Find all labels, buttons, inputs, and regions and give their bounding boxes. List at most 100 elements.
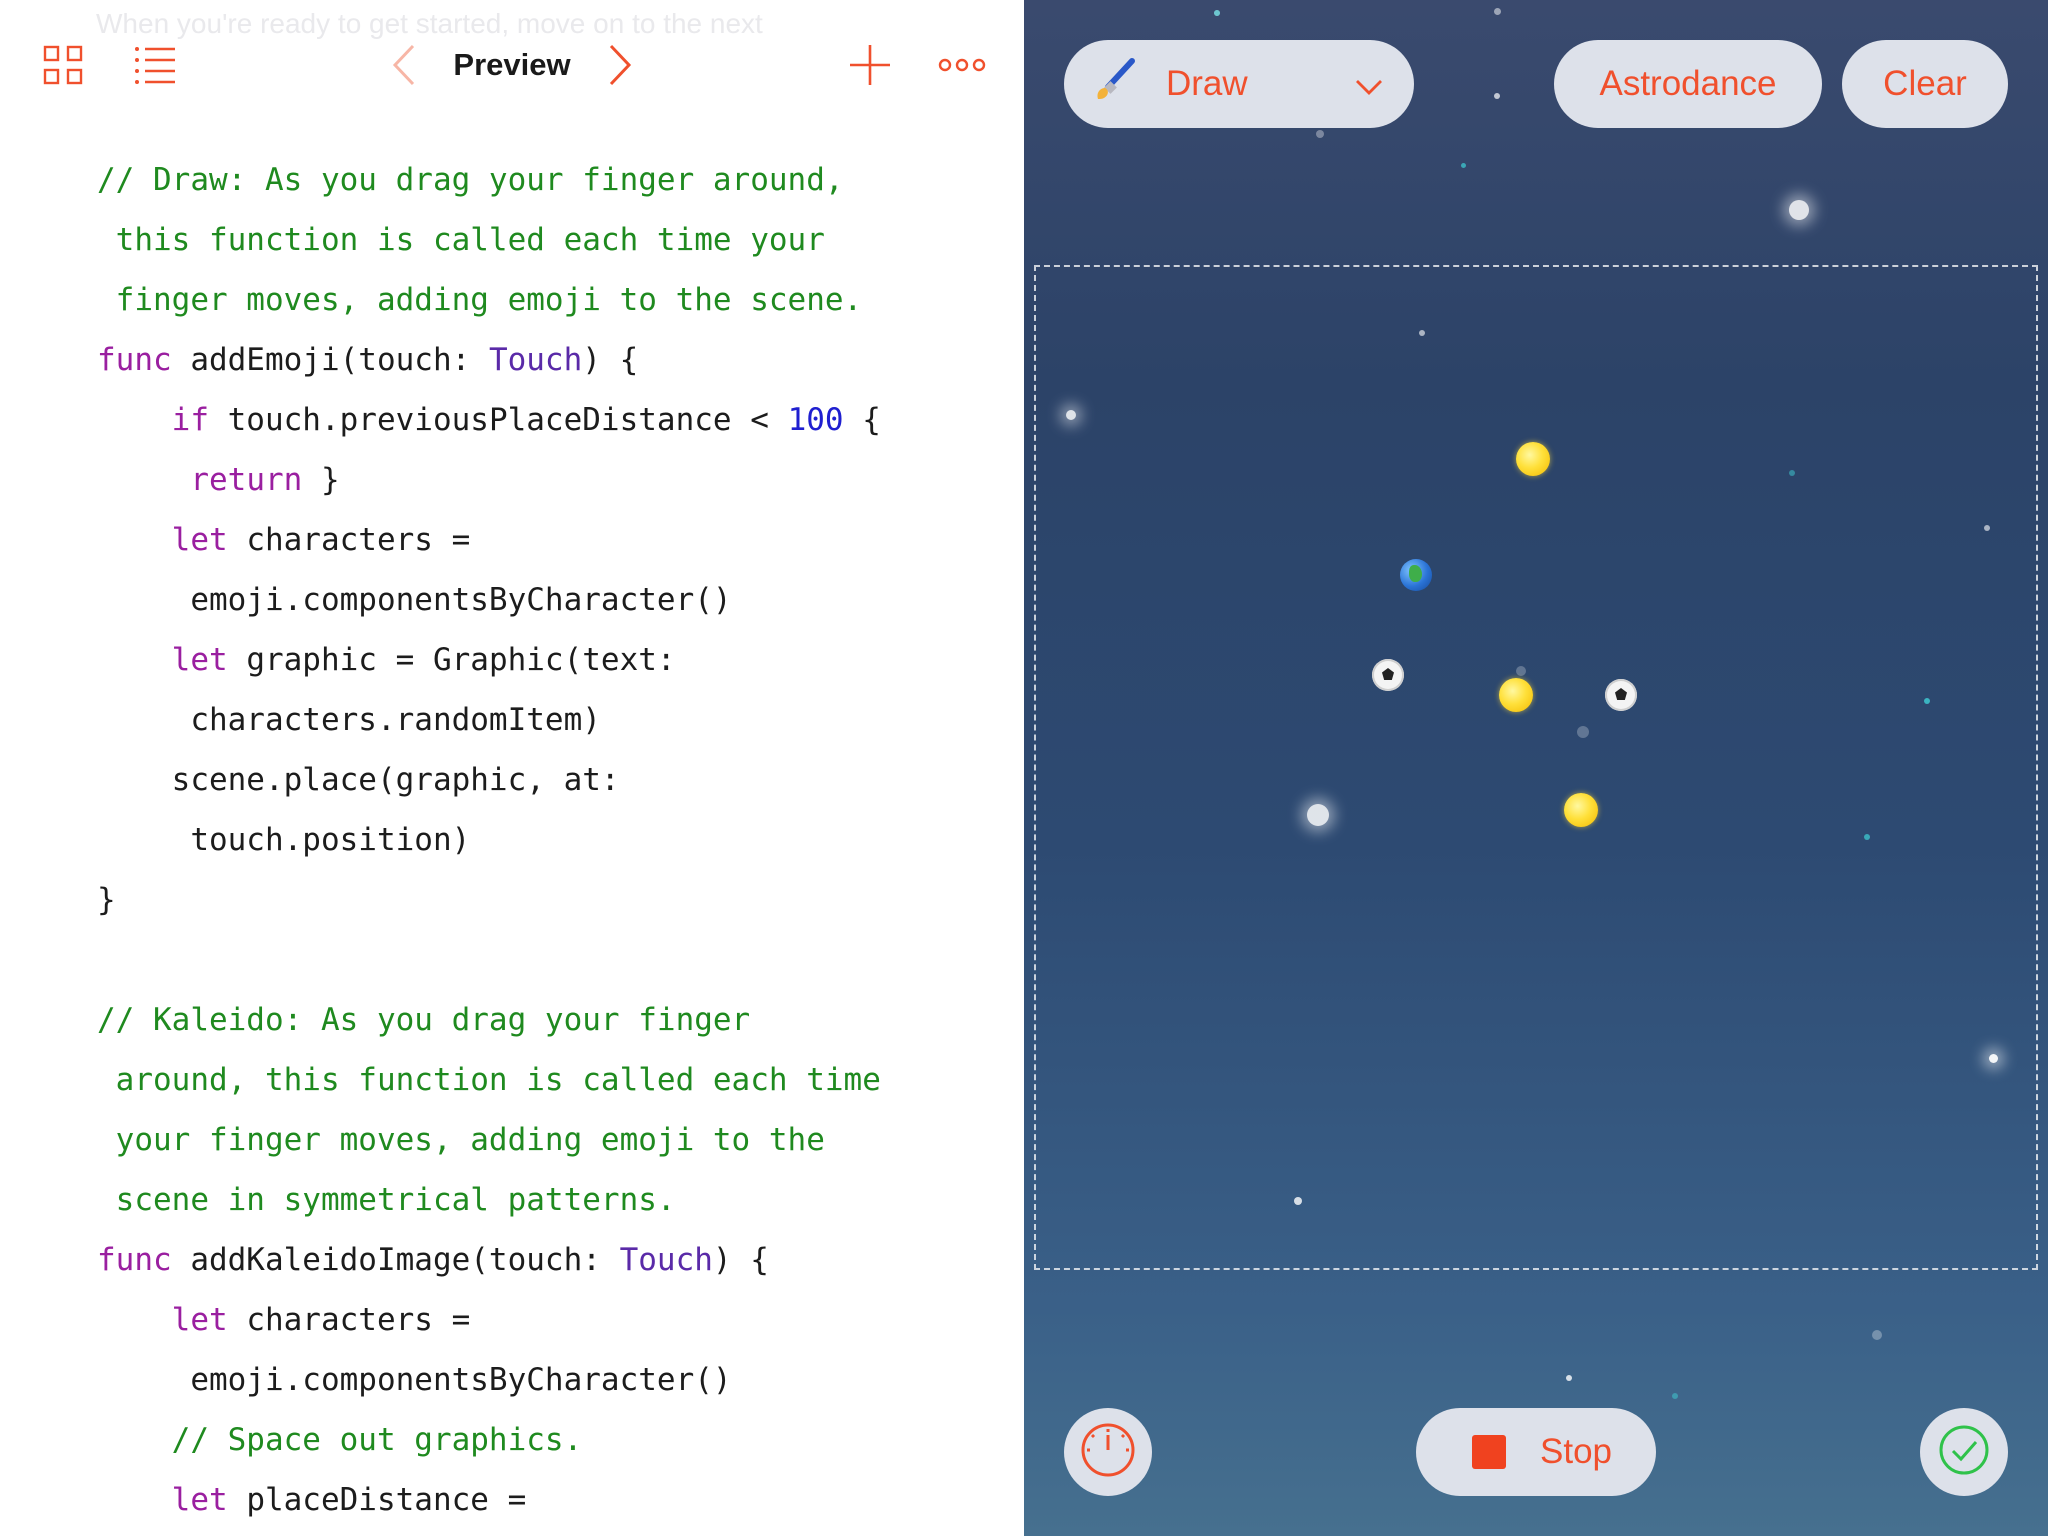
code-token: func bbox=[97, 1242, 172, 1278]
chevron-down-icon bbox=[1354, 70, 1384, 110]
code-token: placeDistance = bbox=[227, 1482, 527, 1518]
page-title: Preview bbox=[453, 47, 571, 82]
code-line[interactable]: emoji.componentsByCharacter() bbox=[97, 1350, 997, 1410]
code-line[interactable]: let characters = bbox=[97, 1290, 997, 1350]
code-token: emoji.componentsByCharacter() bbox=[97, 1362, 732, 1398]
star bbox=[1214, 10, 1220, 16]
sun-emoji bbox=[1499, 678, 1533, 712]
code-editor[interactable]: When you're ready to get started, move o… bbox=[0, 0, 1024, 1536]
star bbox=[1494, 8, 1501, 15]
globe-emoji bbox=[1400, 559, 1432, 591]
code-token: scene in symmetrical patterns. bbox=[97, 1182, 676, 1218]
code-line[interactable]: finger moves, adding emoji to the scene. bbox=[97, 270, 997, 330]
code-line[interactable] bbox=[97, 930, 997, 990]
code-token: characters = bbox=[227, 1302, 471, 1338]
code-token: { bbox=[843, 402, 881, 438]
code-line[interactable]: let graphic = Graphic(text: bbox=[97, 630, 997, 690]
code-token: your finger moves, adding emoji to the bbox=[97, 1122, 825, 1158]
done-button[interactable] bbox=[1920, 1408, 2008, 1496]
code-token: ) { bbox=[712, 1242, 769, 1278]
code-line[interactable]: touch.position) bbox=[97, 810, 997, 870]
code-line[interactable]: characters.randomItem) bbox=[97, 690, 997, 750]
playgrounds-app: When you're ready to get started, move o… bbox=[0, 0, 2048, 1536]
code-line[interactable]: func addEmoji(touch: Touch) { bbox=[97, 330, 997, 390]
star bbox=[1789, 200, 1809, 220]
code-line[interactable]: func addKaleidoImage(touch: Touch) { bbox=[97, 1230, 997, 1290]
code-line[interactable]: // Draw: As you drag your finger around, bbox=[97, 150, 997, 210]
code-token: let bbox=[171, 522, 228, 558]
plus-icon[interactable] bbox=[846, 30, 894, 100]
code-line[interactable]: this function is called each time your bbox=[97, 210, 997, 270]
soccer-ball-emoji bbox=[1605, 679, 1637, 711]
stop-label: Stop bbox=[1540, 1432, 1612, 1471]
star bbox=[1316, 130, 1324, 138]
code-line[interactable]: let characters = bbox=[97, 510, 997, 570]
soccer-ball-emoji bbox=[1372, 659, 1404, 691]
code-line[interactable]: return } bbox=[97, 450, 997, 510]
code-token: ) { bbox=[582, 342, 639, 378]
code-token: emoji.componentsByCharacter() bbox=[97, 582, 732, 618]
code-line[interactable]: scene in symmetrical patterns. bbox=[97, 1170, 997, 1230]
speedometer-icon bbox=[1079, 1421, 1137, 1484]
paintbrush-icon bbox=[1092, 57, 1138, 112]
sun-emoji bbox=[1564, 793, 1598, 827]
code-token: // Kaleido: As you drag your finger bbox=[97, 1002, 751, 1038]
code-token: let bbox=[171, 1302, 228, 1338]
code-token: } bbox=[302, 462, 340, 498]
code-token: addEmoji(touch: bbox=[171, 342, 489, 378]
code-token: Touch bbox=[488, 342, 583, 378]
code-token: // Space out graphics. bbox=[171, 1422, 583, 1458]
star bbox=[1494, 93, 1500, 99]
code-token: } bbox=[97, 882, 116, 918]
code-token: this function is called each time your bbox=[97, 222, 825, 258]
code-token: touch.previousPlaceDistance < bbox=[208, 402, 788, 438]
code-listing[interactable]: // Draw: As you drag your finger around,… bbox=[97, 150, 997, 1530]
list-icon[interactable] bbox=[128, 30, 182, 100]
speed-button[interactable] bbox=[1064, 1408, 1152, 1496]
code-token: let bbox=[171, 642, 228, 678]
chevron-right-icon[interactable] bbox=[600, 30, 640, 100]
clear-button[interactable]: Clear bbox=[1842, 40, 2008, 128]
grid-icon[interactable] bbox=[36, 30, 90, 100]
code-token: characters = bbox=[227, 522, 471, 558]
code-token: characters.randomItem) bbox=[97, 702, 601, 738]
more-icon[interactable] bbox=[936, 30, 988, 100]
code-token: return bbox=[190, 462, 303, 498]
draw-mode-button[interactable]: Draw bbox=[1064, 40, 1414, 128]
code-token: 100 bbox=[787, 402, 844, 438]
code-token: func bbox=[97, 342, 172, 378]
code-line[interactable]: let placeDistance = bbox=[97, 1470, 997, 1530]
code-token: Touch bbox=[619, 1242, 713, 1278]
code-token: finger moves, adding emoji to the scene. bbox=[97, 282, 863, 318]
code-token: if bbox=[171, 402, 209, 438]
star bbox=[1872, 1330, 1882, 1340]
star bbox=[1566, 1375, 1572, 1381]
star bbox=[1461, 163, 1466, 168]
code-token: touch.position) bbox=[97, 822, 471, 858]
sun-emoji bbox=[1516, 442, 1550, 476]
astrodance-button[interactable]: Astrodance bbox=[1554, 40, 1822, 128]
code-line[interactable]: around, this function is called each tim… bbox=[97, 1050, 997, 1110]
draw-mode-label: Draw bbox=[1166, 64, 1248, 103]
live-view[interactable]: Draw Astrodance Clear Stop bbox=[1024, 0, 2048, 1536]
code-token: around, this function is called each tim… bbox=[97, 1062, 881, 1098]
scene-canvas[interactable] bbox=[1034, 265, 2038, 1270]
code-line[interactable]: your finger moves, adding emoji to the bbox=[97, 1110, 997, 1170]
code-line[interactable]: // Kaleido: As you drag your finger bbox=[97, 990, 997, 1050]
code-line[interactable]: } bbox=[97, 870, 997, 930]
code-line[interactable]: emoji.componentsByCharacter() bbox=[97, 570, 997, 630]
stop-button[interactable]: Stop bbox=[1416, 1408, 1656, 1496]
code-line[interactable]: // Space out graphics. bbox=[97, 1410, 997, 1470]
code-line[interactable]: scene.place(graphic, at: bbox=[97, 750, 997, 810]
code-token: let bbox=[171, 1482, 228, 1518]
code-token: // Draw: As you drag your finger around, bbox=[97, 162, 844, 198]
star bbox=[1672, 1393, 1678, 1399]
code-line[interactable]: if touch.previousPlaceDistance < 100 { bbox=[97, 390, 997, 450]
stop-icon bbox=[1472, 1435, 1506, 1469]
